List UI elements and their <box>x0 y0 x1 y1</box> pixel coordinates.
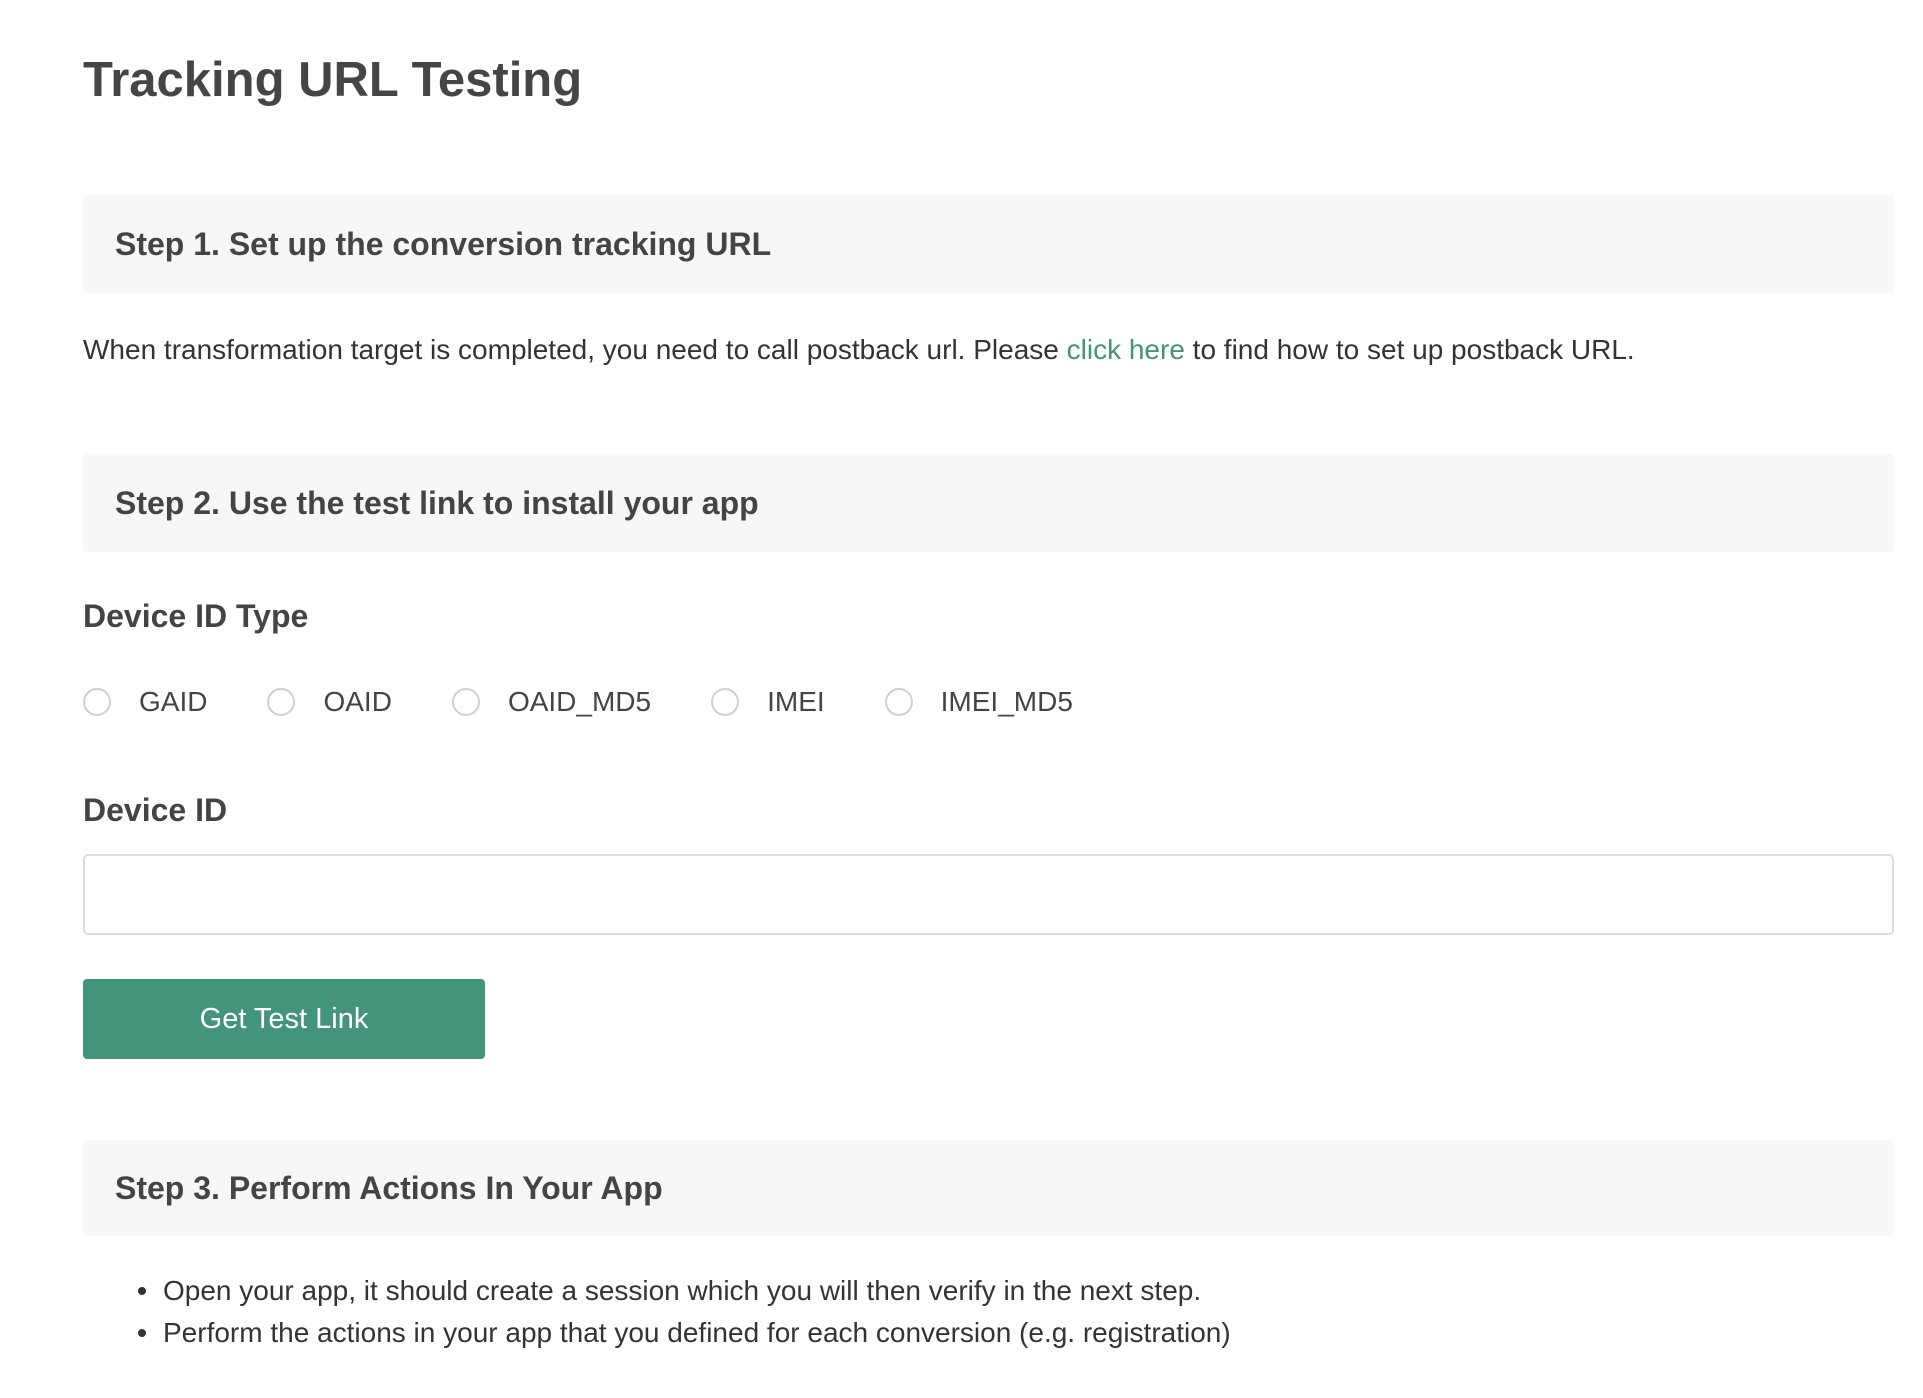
step-3-header: Step 3. Perform Actions In Your App <box>83 1140 1894 1236</box>
list-item-text: Open your app, it should create a sessio… <box>163 1275 1202 1306</box>
step-2-header: Step 2. Use the test link to install you… <box>83 454 1894 552</box>
postback-help-link[interactable]: click here <box>1067 334 1185 365</box>
device-id-input[interactable] <box>83 854 1894 935</box>
radio-option-oaid-md5[interactable]: OAID_MD5 <box>451 686 652 718</box>
step-1-text-before: When transformation target is completed,… <box>83 334 1067 365</box>
step-3-title: Step 3. Perform Actions In Your App <box>115 1169 663 1206</box>
step-3-instructions-list: Open your app, it should create a sessio… <box>83 1270 1231 1354</box>
bullet-icon <box>138 1287 146 1295</box>
radio-label-imei: IMEI <box>767 686 825 717</box>
device-id-label: Device ID <box>83 792 228 828</box>
radio-label-imei-md5: IMEI_MD5 <box>940 686 1073 717</box>
step-1-description: When transformation target is completed,… <box>83 330 1635 370</box>
list-item: Open your app, it should create a sessio… <box>83 1270 1231 1312</box>
list-item-text: Perform the actions in your app that you… <box>163 1317 1231 1348</box>
radio-button-oaid-md5[interactable] <box>451 688 480 716</box>
list-item: Perform the actions in your app that you… <box>83 1312 1231 1354</box>
device-id-type-radio-group: GAID OAID OAID_MD5 IMEI IMEI_MD5 <box>83 680 1133 724</box>
radio-label-oaid-md5: OAID_MD5 <box>507 686 652 717</box>
radio-button-imei-md5[interactable] <box>884 688 913 716</box>
step-1-text-after: to find how to set up postback URL. <box>1184 334 1635 365</box>
radio-option-imei-md5[interactable]: IMEI_MD5 <box>884 686 1073 718</box>
radio-button-gaid[interactable] <box>83 688 111 716</box>
radio-button-imei[interactable] <box>711 688 740 716</box>
get-test-link-button[interactable]: Get Test Link <box>83 979 485 1059</box>
bullet-icon <box>138 1329 146 1337</box>
page-title: Tracking URL Testing <box>83 53 583 107</box>
radio-option-oaid[interactable]: OAID <box>267 686 392 718</box>
radio-label-oaid: OAID <box>323 686 392 717</box>
step-1-title: Step 1. Set up the conversion tracking U… <box>115 225 772 262</box>
step-2-title: Step 2. Use the test link to install you… <box>115 484 759 521</box>
radio-label-gaid: GAID <box>139 686 208 717</box>
radio-option-gaid[interactable]: GAID <box>83 686 207 718</box>
device-id-type-label: Device ID Type <box>83 598 309 634</box>
radio-button-oaid[interactable] <box>267 688 296 716</box>
step-1-header: Step 1. Set up the conversion tracking U… <box>83 195 1894 293</box>
radio-option-imei[interactable]: IMEI <box>711 686 825 718</box>
